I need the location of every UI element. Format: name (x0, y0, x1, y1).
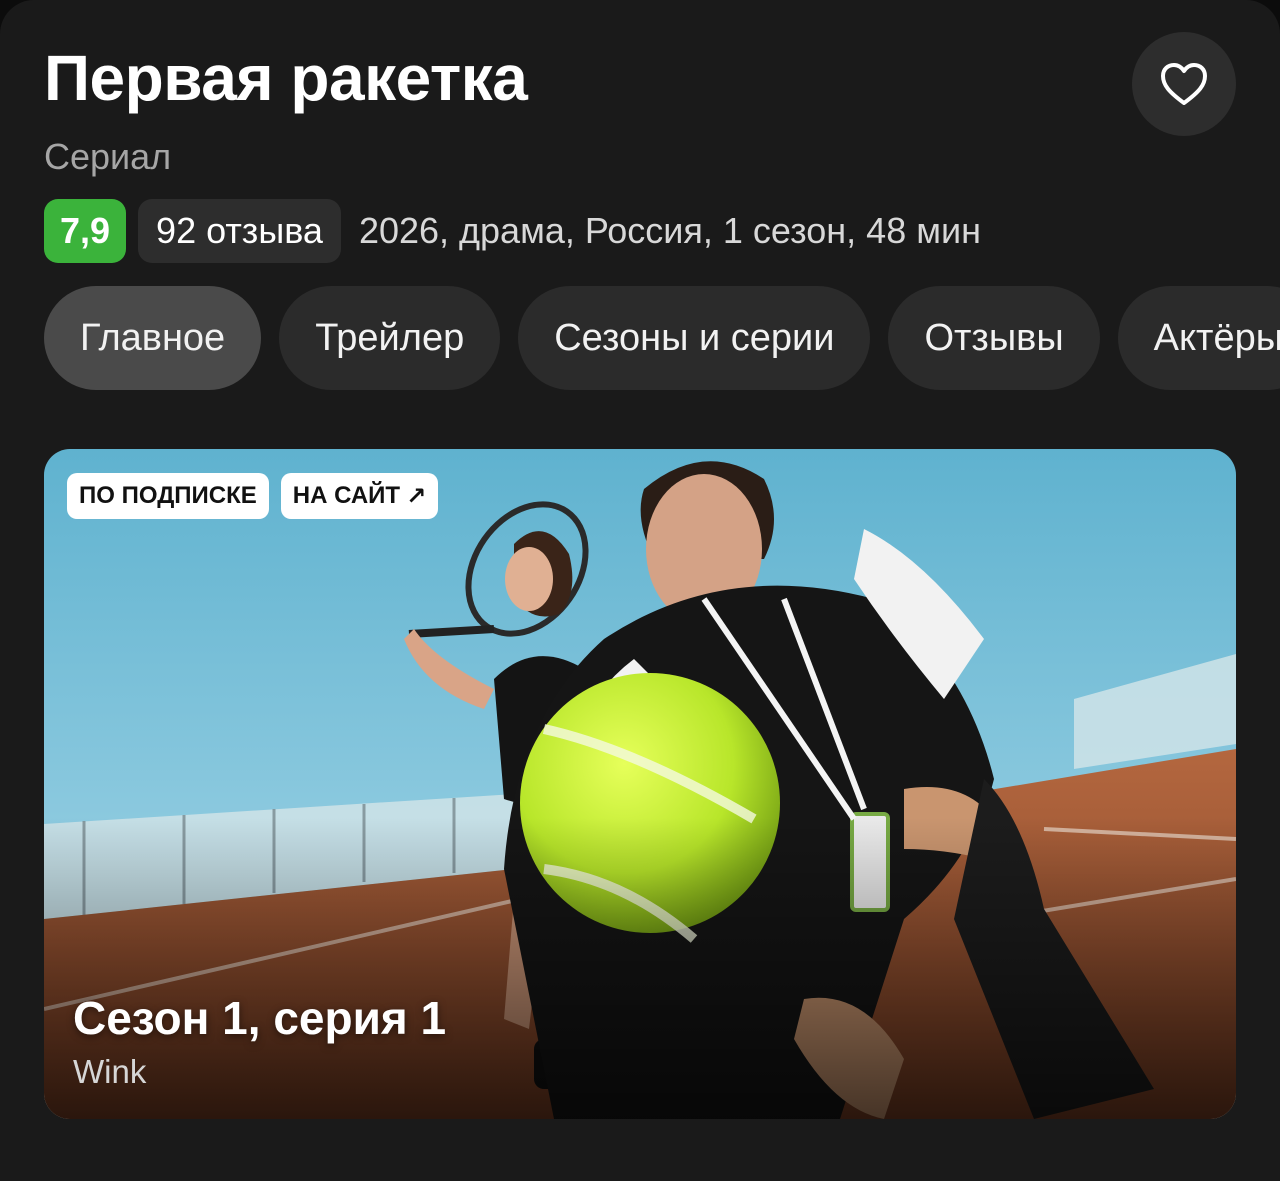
screen: Первая ракетка Сериал 7,9 92 отзыва 2026… (0, 0, 1280, 1181)
tab-seasons[interactable]: Сезоны и серии (518, 286, 871, 390)
rating-badge[interactable]: 7,9 (44, 199, 127, 263)
badges: ПО ПОДПИСКЕ НА САЙТ ↗ (67, 473, 450, 519)
tab-trailer[interactable]: Трейлер (279, 286, 501, 390)
meta-row: 7,9 92 отзыва 2026, драма, Россия, 1 сез… (44, 199, 981, 263)
episode-title: Сезон 1, серия 1 (73, 992, 447, 1044)
favorite-button[interactable] (1132, 32, 1236, 136)
heart-icon (1161, 63, 1207, 105)
tab-actors[interactable]: Актёры (1117, 286, 1280, 390)
page-title: Первая ракетка (44, 42, 528, 114)
reviews-link[interactable]: 92 отзыва (138, 199, 341, 263)
tab-main[interactable]: Главное (44, 286, 262, 390)
site-link-label: НА САЙТ (292, 482, 401, 509)
content-type: Сериал (44, 136, 172, 177)
tab-reviews[interactable]: Отзывы (888, 286, 1100, 390)
subscription-badge-label: ПО ПОДПИСКЕ (79, 482, 257, 509)
provider-name: Wink (73, 1053, 147, 1090)
site-link-badge[interactable]: НА САЙТ ↗ (280, 473, 439, 519)
tabs-bar: Главное Трейлер Сезоны и серии Отзывы Ак… (44, 286, 1280, 390)
episode-card[interactable]: ПО ПОДПИСКЕ НА САЙТ ↗ Сезон 1, серия 1 W… (44, 449, 1236, 1119)
meta-info: 2026, драма, Россия, 1 сезон, 48 мин (358, 210, 981, 251)
arrow-up-right-icon: ↗ (406, 482, 427, 510)
subscription-badge: ПО ПОДПИСКЕ (67, 473, 269, 519)
